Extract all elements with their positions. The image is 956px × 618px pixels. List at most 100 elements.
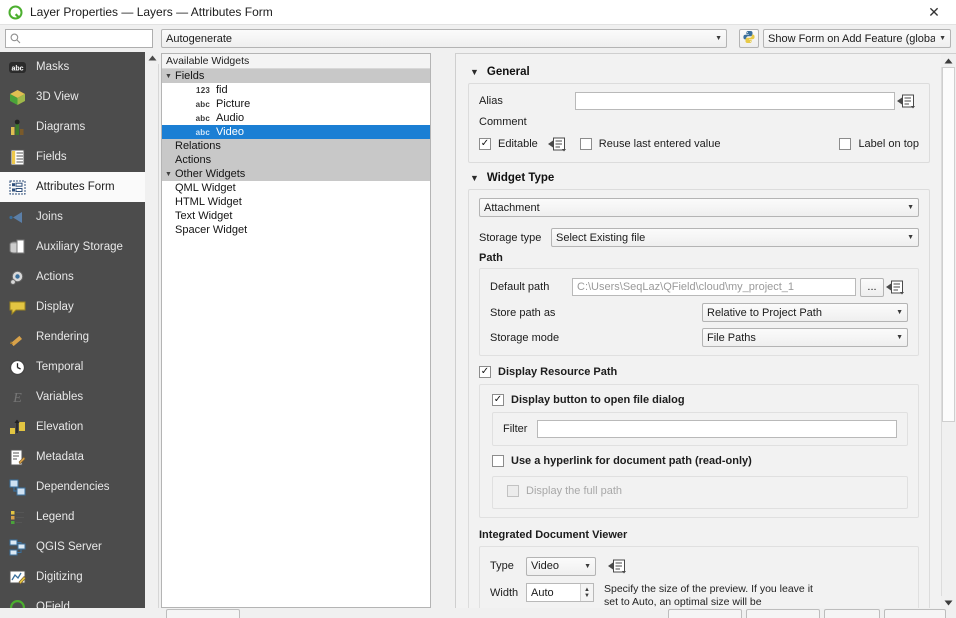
tree-item-picture[interactable]: abc Picture [162,97,430,111]
sidebar-item-label: Joins [36,211,63,223]
sidebar-item-temporal[interactable]: Temporal [0,352,145,382]
sidebar-item-actions[interactable]: Actions [0,262,145,292]
search-box[interactable] [5,29,171,48]
bottom-button-5[interactable] [884,609,946,618]
tree-item-html-widget[interactable]: HTML Widget [162,195,430,209]
display-file-dialog-label: Display button to open file dialog [511,394,685,406]
sidebar-item-fields[interactable]: Fields [0,142,145,172]
data-defined-override-icon[interactable] [895,91,919,111]
sidebar-item-joins[interactable]: Joins [0,202,145,232]
chevron-down-icon: ▼ [715,35,722,42]
viewer-type-value: Video [531,560,559,572]
editable-checkbox[interactable]: ✓ Editable [479,138,538,150]
tree-item-audio[interactable]: abc Audio [162,111,430,125]
tree-item-spacer-widget[interactable]: Spacer Widget [162,223,430,237]
storage-mode-combo[interactable]: File Paths ▼ [702,328,908,347]
viewer-size-hint: Specify the size of the preview. If you … [604,583,813,608]
tree-item-actions[interactable]: ▼Actions [162,153,430,167]
tree-item-label: HTML Widget [175,196,242,208]
sidebar-item-label: Diagrams [36,121,86,133]
scrollbar-thumb[interactable] [942,67,955,422]
store-path-as-combo[interactable]: Relative to Project Path ▼ [702,303,908,322]
display-file-dialog-checkbox[interactable]: ✓ Display button to open file dialog [492,394,685,406]
sidebar-item-masks[interactable]: abc Masks [0,52,145,82]
expand-triangle-icon[interactable]: ▼ [162,73,175,80]
editable-override-icon[interactable] [546,134,570,154]
sidebar-item-display[interactable]: Display [0,292,145,322]
default-path-override-icon[interactable] [884,277,908,297]
comment-label: Comment [479,116,527,128]
editable-label: Editable [498,138,538,150]
label-on-top-checkbox[interactable]: Label on top [839,138,919,150]
form-layout-combo[interactable]: Autogenerate ▼ [161,29,727,48]
viewer-width-stepper[interactable]: ▲ ▼ [580,584,593,601]
sidebar-item-elevation[interactable]: Elevation [0,412,145,442]
sidebar-item-metadata[interactable]: Metadata [0,442,145,472]
tree-item-other-widgets[interactable]: ▼ Other Widgets [162,167,430,181]
sidebar-item-digitizing[interactable]: Digitizing [0,562,145,592]
search-icon [10,33,21,44]
expand-triangle-icon[interactable]: ▼ [162,171,175,178]
browse-path-button[interactable]: ... [860,277,884,297]
sidebar-item-label: Masks [36,61,70,73]
form-layout-value: Autogenerate [166,32,233,45]
general-section-header[interactable]: ▼ General [470,66,930,78]
tree-item-label: fid [216,84,228,96]
field-type-icon: abc [195,127,210,137]
tree-item-label: Text Widget [175,210,233,222]
rendering-brush-icon [8,328,27,347]
tree-item-text-widget[interactable]: Text Widget [162,209,430,223]
bottom-button-1[interactable] [166,609,240,618]
sidebar-item-qgis-server[interactable]: QGIS Server [0,532,145,562]
sidebar-item-variables[interactable]: E Variables [0,382,145,412]
sidebar-item-legend[interactable]: Legend [0,502,145,532]
tree-item-relations[interactable]: ▼Relations [162,139,430,153]
sidebar-item-auxiliary-storage[interactable]: Auxiliary Storage [0,232,145,262]
filter-input[interactable] [537,420,897,438]
sidebar-item-label: Digitizing [36,571,83,583]
digitizing-icon [8,568,27,587]
sidebar-item-rendering[interactable]: Rendering [0,322,145,352]
config-scrollbar[interactable] [941,54,956,609]
sidebar-scroll-column[interactable] [145,52,159,618]
scroll-up-button[interactable] [941,54,956,67]
form-behavior-value: Show Form on Add Feature (global setting… [768,32,936,45]
viewer-type-combo[interactable]: Video ▼ [526,556,596,576]
sidebar-scroll-up-button[interactable] [146,52,159,64]
sidebar-item-label: Elevation [36,421,84,433]
available-widgets-tree[interactable]: ▼Fields123fidabcPictureabcAudioabcVideo▼… [162,69,430,237]
storage-type-combo[interactable]: Select Existing file ▼ [551,228,919,247]
sidebar-item-3d-view[interactable]: 3D View [0,82,145,112]
sidebar-item-diagrams[interactable]: Diagrams [0,112,145,142]
viewer-width-spinbox[interactable]: ▲▼ [526,583,594,602]
tree-item-video[interactable]: abc Video [162,125,430,139]
alias-input[interactable] [575,92,895,110]
tree-item-fields[interactable]: ▼ Fields [162,69,430,83]
display-full-path-checkbox-box [507,485,519,497]
close-button[interactable]: ✕ [912,0,956,25]
general-section-title: General [486,66,530,78]
bottom-button-4[interactable] [824,609,880,618]
diagram-icon [8,118,27,137]
default-path-input[interactable] [572,278,856,296]
widget-type-combo[interactable]: Attachment ▼ [479,198,919,217]
python-init-code-button[interactable] [739,29,759,48]
bottom-button-2[interactable] [668,609,742,618]
widget-type-section-header[interactable]: ▼ Widget Type [470,172,930,184]
bottom-button-3[interactable] [746,609,820,618]
hyperlink-path-checkbox[interactable]: Use a hyperlink for document path (read-… [492,455,752,467]
viewer-type-override-icon[interactable] [606,556,630,576]
qgis-logo-icon [8,5,23,20]
display-resource-path-checkbox[interactable]: ✓ Display Resource Path [479,366,617,378]
storage-mode-value: File Paths [707,331,756,344]
tree-item-qml-widget[interactable]: QML Widget [162,181,430,195]
sidebar-item-dependencies[interactable]: Dependencies [0,472,145,502]
form-behavior-combo[interactable]: Show Form on Add Feature (global setting… [763,29,951,48]
path-subgroup: Default path ... [479,268,919,356]
tree-item-fid[interactable]: 123 fid [162,83,430,97]
search-input[interactable] [21,30,171,47]
reuse-last-value-checkbox[interactable]: Reuse last entered value [579,138,720,150]
sidebar-item-attributes-form[interactable]: Attributes Form [0,172,145,202]
viewer-width-input[interactable] [527,584,580,601]
default-path-label: Default path [490,281,550,293]
